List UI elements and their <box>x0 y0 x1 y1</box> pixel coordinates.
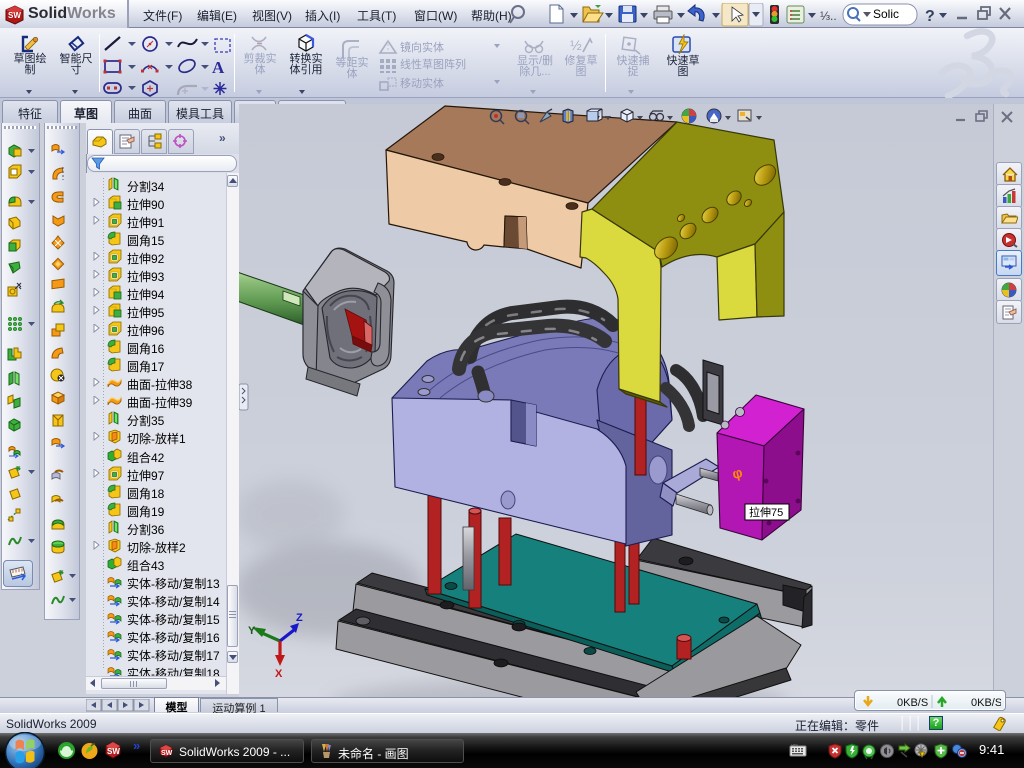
svg-text:?: ? <box>925 8 935 25</box>
svg-text:Y: Y <box>248 625 256 637</box>
svg-text:!: ! <box>920 753 921 759</box>
svg-text:0KB/S: 0KB/S <box>971 697 1001 709</box>
svg-text:X: X <box>275 668 283 680</box>
svg-text:SW: SW <box>8 11 21 20</box>
svg-text:拉伸75: 拉伸75 <box>749 505 783 519</box>
svg-text:A: A <box>212 58 225 77</box>
svg-text:⅓..: ⅓.. <box>820 9 837 23</box>
svg-text:SW: SW <box>107 747 120 756</box>
svg-text:0KB/S: 0KB/S <box>897 697 928 709</box>
svg-text:Z: Z <box>296 612 303 624</box>
svg-text:Solic: Solic <box>873 7 899 21</box>
svg-text:SW: SW <box>161 750 173 757</box>
svg-text:½: ½ <box>570 37 582 53</box>
svg-text:CHN: CHN <box>791 744 798 747</box>
